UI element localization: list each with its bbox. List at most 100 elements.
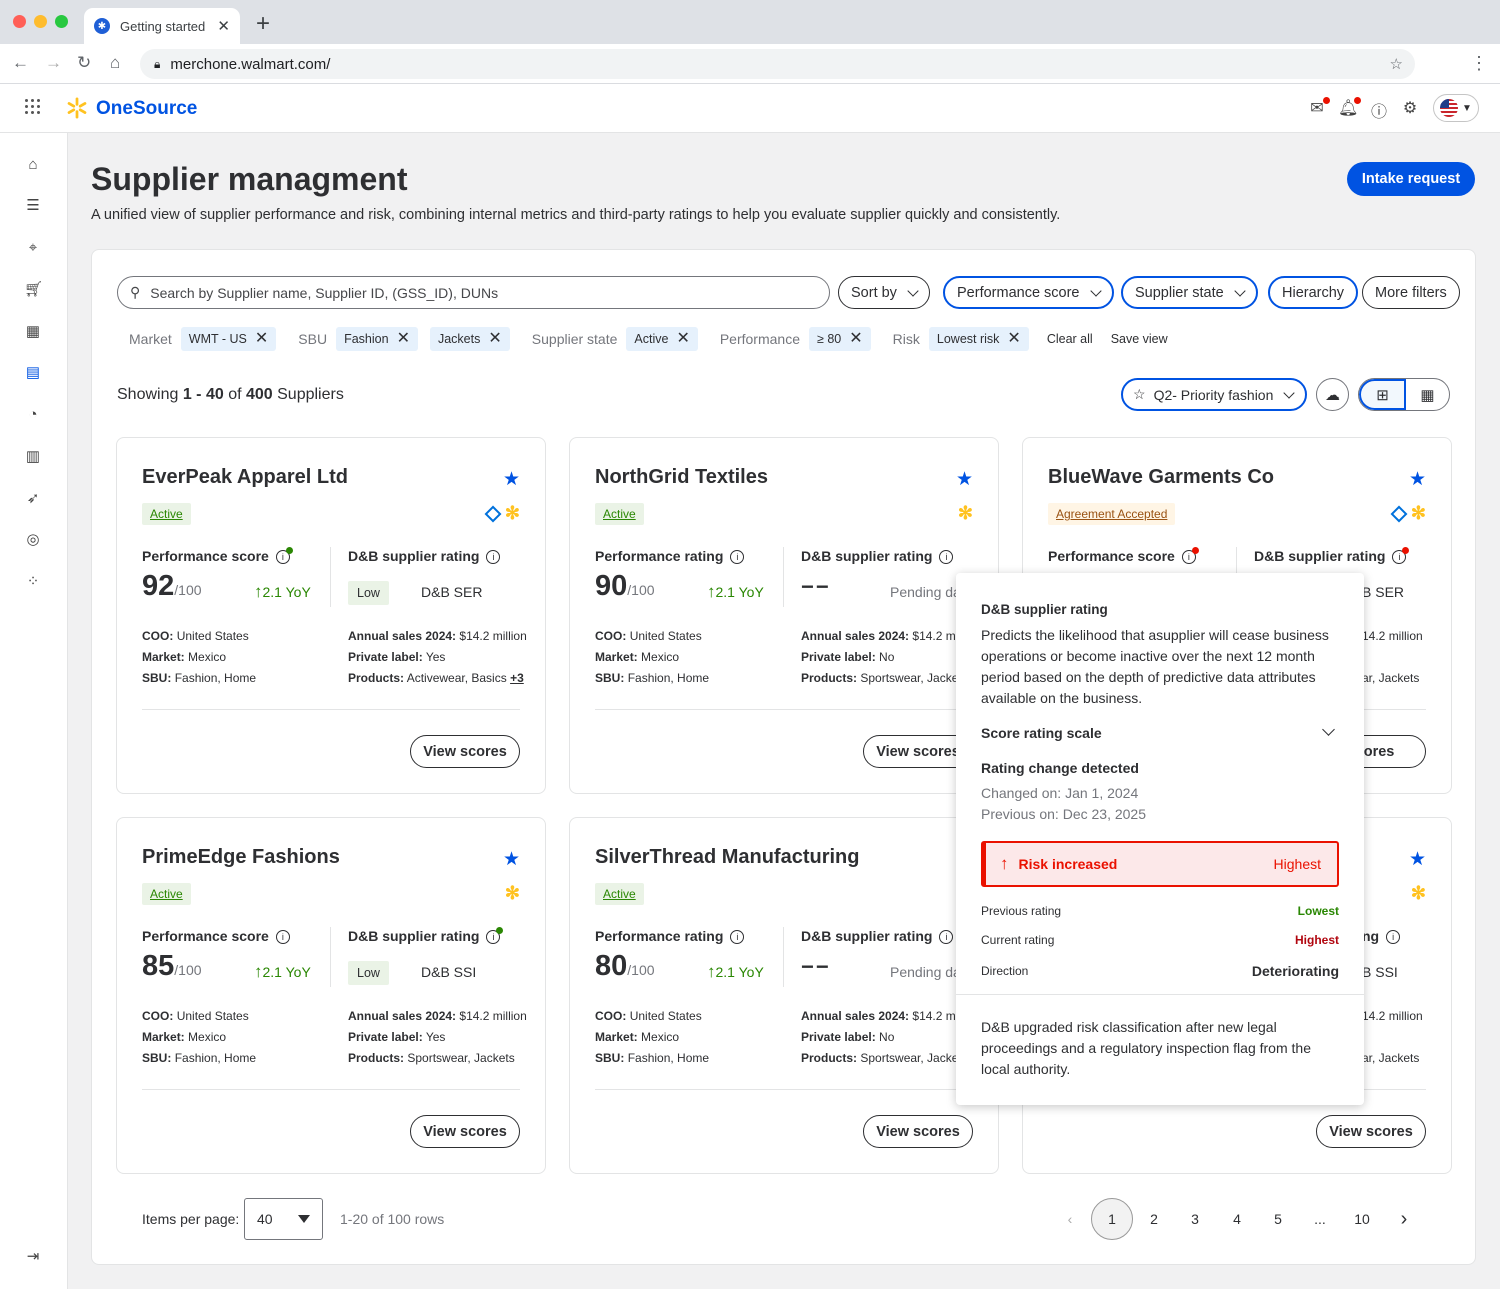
view-scores-button[interactable]: View scores [1316, 1115, 1426, 1148]
supplier-name[interactable]: PrimeEdge Fashions [142, 846, 340, 869]
hierarchy-filter[interactable]: Hierarchy [1268, 276, 1359, 309]
status-badge[interactable]: Active [595, 503, 644, 525]
favorite-star-icon[interactable]: ★ [503, 468, 520, 491]
info-icon[interactable]: i [730, 930, 745, 945]
nav-list-icon[interactable]: ☰ [24, 197, 42, 215]
home-icon[interactable]: ⌂ [110, 53, 120, 73]
previous-page-icon[interactable]: ‹ [1049, 1198, 1091, 1240]
caret-down-icon [298, 1215, 310, 1223]
status-badge[interactable]: Active [142, 503, 191, 525]
help-icon[interactable]: ⓘ [1369, 98, 1389, 121]
info-icon[interactable]: i [486, 550, 501, 565]
info-icon[interactable]: i [275, 547, 293, 565]
page-button[interactable]: 4 [1216, 1198, 1258, 1240]
nav-dashboard-icon[interactable]: ◔ [24, 406, 42, 424]
locale-selector[interactable]: ▼ [1433, 94, 1479, 122]
nav-calendar-icon[interactable]: ▦ [24, 323, 42, 341]
grid-view-button[interactable]: ⊞ [1359, 379, 1406, 410]
page-button[interactable]: 2 [1133, 1198, 1175, 1240]
maximize-window-dot[interactable] [55, 15, 68, 28]
info-icon[interactable]: i [939, 550, 954, 565]
favorite-star-icon[interactable]: ★ [1409, 468, 1426, 491]
filter-chip-market[interactable]: WMT - US ✕ [180, 327, 277, 351]
minimize-window-dot[interactable] [34, 15, 47, 28]
favorite-star-icon[interactable]: ★ [956, 468, 973, 491]
remove-chip-icon[interactable]: ✕ [397, 331, 410, 347]
score-scale-toggle[interactable]: Score rating scale [981, 725, 1102, 741]
info-icon[interactable]: i [1386, 930, 1401, 945]
browser-menu-icon[interactable]: ⋮ [1470, 53, 1488, 74]
supplier-name[interactable]: EverPeak Apparel Ltd [142, 466, 348, 489]
nav-home-icon[interactable]: ⌂ [24, 156, 42, 174]
nav-tag-icon[interactable]: ⌖ [24, 239, 42, 257]
app-brand[interactable]: OneSource [96, 98, 197, 120]
nav-collapse-icon[interactable]: ⇥ [24, 1248, 42, 1266]
next-page-icon[interactable]: › [1383, 1198, 1425, 1240]
status-badge[interactable]: Active [595, 883, 644, 905]
close-window-dot[interactable] [13, 15, 26, 28]
reload-icon[interactable]: ↻ [77, 53, 91, 73]
sort-by-button[interactable]: Sort by [838, 276, 930, 309]
info-icon[interactable]: i [486, 927, 504, 945]
app-launcher-icon[interactable] [25, 99, 41, 115]
info-icon[interactable]: i [275, 930, 290, 945]
items-per-page-select[interactable]: 40 [244, 1198, 323, 1240]
more-filters-button[interactable]: More filters [1362, 276, 1460, 309]
nav-cart-icon[interactable]: 🛒︎ [24, 281, 43, 299]
browser-tab[interactable]: ✱ Getting started ✕ [84, 8, 240, 44]
status-badge[interactable]: Active [142, 883, 191, 905]
supplier-name[interactable]: NorthGrid Textiles [595, 466, 768, 489]
favorite-star-icon[interactable]: ★ [1409, 848, 1426, 871]
filter-chip-performance[interactable]: ≥ 80 ✕ [809, 327, 871, 351]
view-scores-button[interactable]: View scores [410, 735, 520, 768]
new-tab-icon[interactable]: + [256, 10, 270, 38]
supplier-name[interactable]: BlueWave Garments Co [1048, 466, 1274, 489]
info-icon[interactable]: i [1181, 547, 1199, 565]
view-scores-button[interactable]: View scores [410, 1115, 520, 1148]
chevron-down-icon[interactable] [1322, 723, 1335, 736]
close-tab-icon[interactable]: ✕ [217, 17, 230, 35]
remove-chip-icon[interactable]: ✕ [849, 331, 862, 347]
nav-chart-icon[interactable]: ▥ [24, 448, 42, 466]
supplier-name[interactable]: SilverThread Manufacturing [595, 846, 860, 869]
intake-request-button[interactable]: Intake request [1347, 162, 1475, 196]
page-button[interactable]: 1 [1091, 1198, 1133, 1240]
remove-chip-icon[interactable]: ✕ [676, 331, 689, 347]
nav-rocket-icon[interactable]: ➶ [24, 490, 42, 508]
nav-apps-icon[interactable]: ⁘ [24, 573, 42, 591]
info-icon[interactable]: i [1392, 547, 1410, 565]
table-icon: ▦ [1420, 386, 1435, 404]
saved-view-selector[interactable]: ☆ Q2- Priority fashion [1121, 378, 1307, 411]
products-more-link[interactable]: +3 [510, 671, 524, 685]
supplier-state-filter[interactable]: Supplier state [1121, 276, 1258, 309]
search-field[interactable]: ⚲ Search by Supplier name, Supplier ID, … [117, 276, 830, 309]
cloud-download-button[interactable]: ☁ [1316, 378, 1349, 411]
back-icon[interactable]: ← [12, 53, 29, 73]
forward-icon[interactable]: → [45, 53, 62, 73]
clear-all-link[interactable]: Clear all [1047, 332, 1093, 346]
filter-chip-sbu-fashion[interactable]: Fashion ✕ [336, 327, 418, 351]
filter-chip-sbu-jackets[interactable]: Jackets ✕ [429, 327, 510, 351]
performance-score-filter[interactable]: Performance score [943, 276, 1114, 309]
nav-target-icon[interactable]: ◎ [24, 531, 42, 549]
remove-chip-icon[interactable]: ✕ [1007, 331, 1020, 347]
filter-chip-risk[interactable]: Lowest risk ✕ [928, 327, 1029, 351]
status-badge[interactable]: Agreement Accepted [1048, 503, 1176, 525]
info-icon[interactable]: i [730, 550, 745, 565]
save-view-link[interactable]: Save view [1111, 332, 1168, 346]
url-field[interactable]: 🔒︎ merchone.walmart.com/ ☆ [140, 49, 1415, 79]
divider [142, 1089, 520, 1090]
remove-chip-icon[interactable]: ✕ [488, 331, 501, 347]
nav-supplier-list-icon[interactable]: ▤ [24, 364, 42, 382]
page-button[interactable]: 3 [1174, 1198, 1216, 1240]
favorite-star-icon[interactable]: ★ [503, 848, 520, 871]
remove-chip-icon[interactable]: ✕ [255, 331, 268, 347]
bookmark-star-icon[interactable]: ☆ [1390, 55, 1403, 73]
info-icon[interactable]: i [939, 930, 954, 945]
table-view-button[interactable]: ▦ [1406, 379, 1449, 410]
page-button[interactable]: 10 [1341, 1198, 1383, 1240]
view-scores-button[interactable]: View scores [863, 1115, 973, 1148]
page-button[interactable]: 5 [1257, 1198, 1299, 1240]
settings-gear-icon[interactable]: ⚙ [1400, 98, 1420, 118]
filter-chip-state[interactable]: Active ✕ [626, 327, 698, 351]
